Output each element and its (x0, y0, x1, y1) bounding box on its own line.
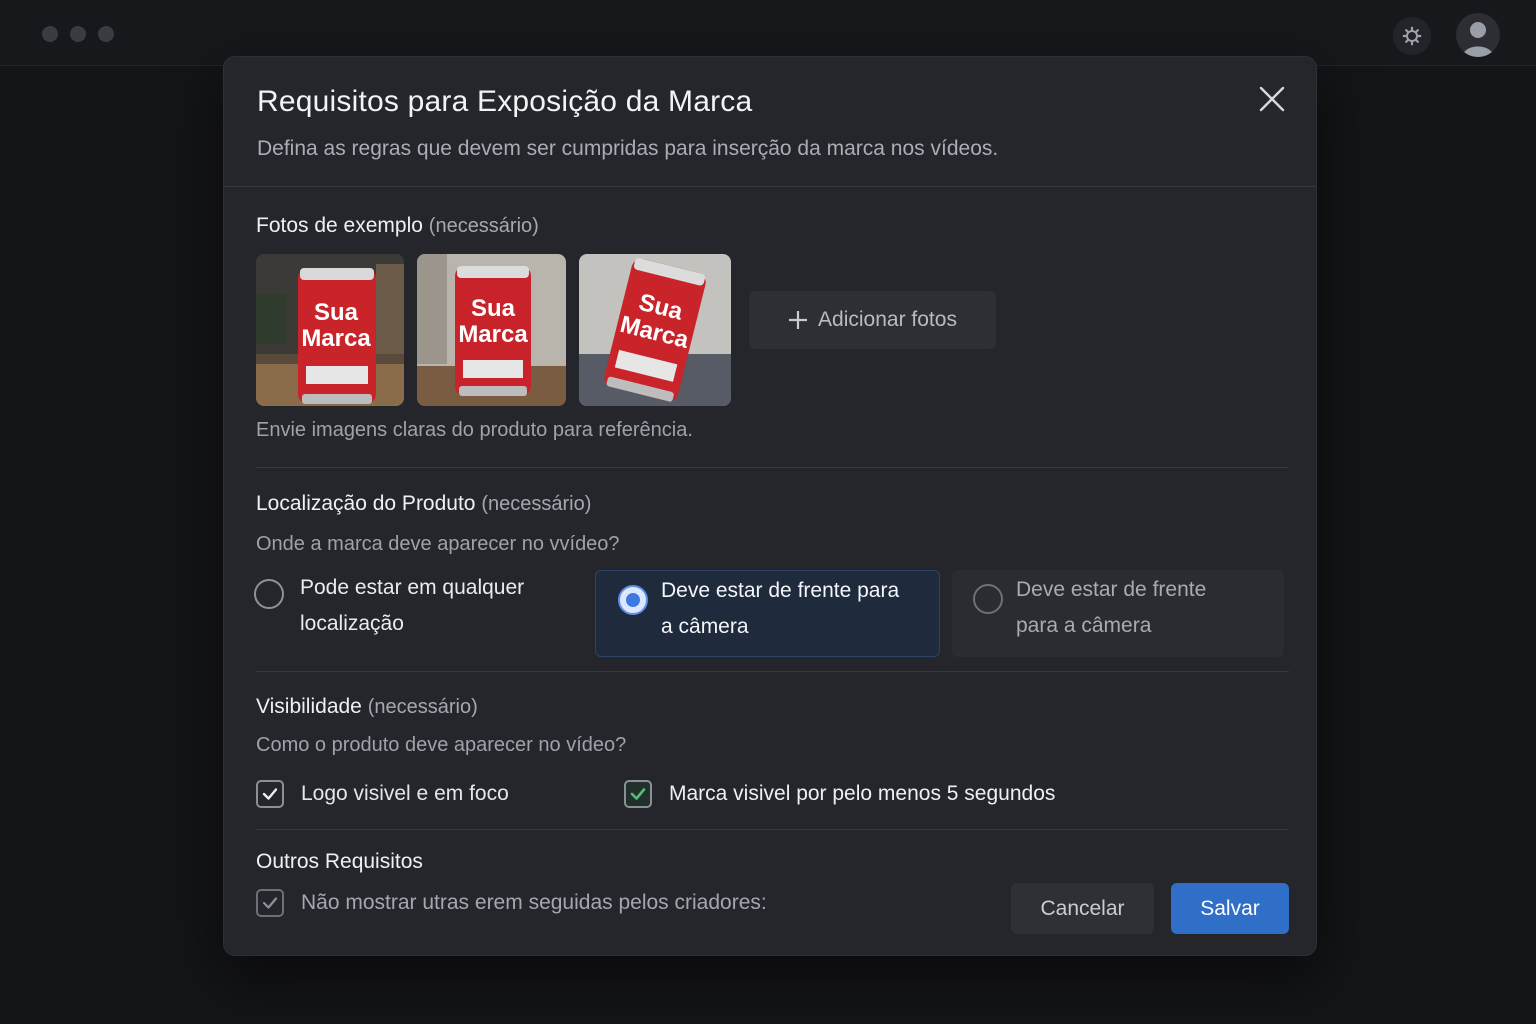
visibility-required-text: (necessário) (367, 696, 478, 718)
option-line2: localização (300, 612, 404, 635)
window-minimize-dot[interactable] (70, 26, 86, 42)
location-option-label: Pode estar em qualquer localização (300, 570, 524, 642)
radio-dot (626, 593, 640, 607)
brand-requirements-dialog: Requisitos para Exposição da Marca Defin… (223, 56, 1317, 956)
location-option-facing-camera-alt[interactable]: Deve estar de frente para a câmera (952, 570, 1284, 657)
photos-required-text: (necessário) (428, 215, 539, 237)
check-label: Marca visivel por pelo menos 5 segundos (669, 782, 1056, 805)
photos-label-text: Fotos de exemplo (256, 214, 423, 237)
location-option-label: Deve estar de frente para a câmera (661, 573, 899, 645)
other-section-label: Outros Requisitos (256, 850, 423, 873)
add-photos-label: Adicionar fotos (818, 308, 957, 331)
section-divider (256, 467, 1289, 468)
user-avatar[interactable] (1456, 13, 1500, 57)
option-line2: a câmera (661, 615, 749, 638)
location-required-text: (necessário) (481, 493, 592, 515)
check-icon (262, 897, 278, 909)
window-maximize-dot[interactable] (98, 26, 114, 42)
option-line2: para a câmera (1016, 614, 1152, 637)
radio-button[interactable] (254, 579, 284, 609)
window-close-dot[interactable] (42, 26, 58, 42)
location-label-text: Localização do Produto (256, 492, 476, 515)
location-section-label: Localização do Produto (necessário) (256, 492, 591, 516)
example-photo-3[interactable]: Sua Marca (579, 254, 731, 406)
check-brand-5-seconds[interactable]: Marca visivel por pelo menos 5 segundos (624, 780, 1055, 808)
close-icon (1259, 86, 1285, 112)
option-line1: Deve estar de frente para (661, 579, 900, 602)
check-logo-visible[interactable]: Logo visivel e em foco (256, 780, 509, 808)
can-photo-image: Sua Marca (256, 254, 404, 406)
plus-icon (789, 311, 808, 329)
window-controls (42, 26, 114, 42)
location-question: Onde a marca deve aparecer no vvídeo? (256, 533, 620, 555)
check-label: Não mostrar utras erem seguidas pelos cr… (301, 891, 767, 914)
save-button[interactable]: Salvar (1171, 883, 1289, 934)
can-photo-image: Sua Marca (579, 254, 731, 406)
check-other-requirement[interactable]: Não mostrar utras erem seguidas pelos cr… (256, 889, 767, 917)
check-icon (262, 788, 278, 800)
can-photo-image: Sua Marca (417, 254, 566, 406)
location-option-anywhere[interactable]: Pode estar em qualquer localização (254, 570, 584, 657)
can-brand-line2: Marca (301, 325, 371, 352)
location-option-label: Deve estar de frente para a câmera (1016, 572, 1206, 644)
checkbox-checked[interactable] (256, 889, 284, 917)
section-divider (256, 829, 1289, 830)
visibility-label-text: Visibilidade (256, 695, 362, 718)
can-brand-line1: Sua (471, 295, 516, 322)
example-photo-1[interactable]: Sua Marca (256, 254, 404, 406)
radio-button-selected[interactable] (618, 585, 648, 615)
can-brand-line1: Sua (314, 299, 359, 326)
dialog-subtitle: Defina as regras que devem ser cumpridas… (257, 137, 999, 160)
location-option-facing-camera[interactable]: Deve estar de frente para a câmera (595, 570, 940, 657)
visibility-question: Como o produto deve aparecer no vídeo? (256, 734, 627, 756)
section-divider (256, 671, 1289, 672)
user-avatar-icon (1462, 22, 1494, 57)
option-line1: Deve estar de frente (1016, 578, 1207, 601)
settings-button[interactable] (1393, 17, 1431, 55)
dialog-header: Requisitos para Exposição da Marca Defin… (224, 57, 1316, 187)
radio-button[interactable] (973, 584, 1003, 614)
add-photos-button[interactable]: Adicionar fotos (749, 291, 996, 349)
photos-help-text: Envie imagens claras do produto para ref… (256, 419, 693, 441)
check-icon (630, 788, 646, 800)
checkbox-checked[interactable] (624, 780, 652, 808)
cancel-button[interactable]: Cancelar (1011, 883, 1154, 934)
checkbox-checked[interactable] (256, 780, 284, 808)
gear-icon (1402, 26, 1422, 46)
photos-section-label: Fotos de exemplo (necessário) (256, 214, 539, 238)
dialog-title: Requisitos para Exposição da Marca (257, 85, 753, 118)
check-label: Logo visivel e em foco (301, 782, 509, 805)
can-brand-line2: Marca (458, 321, 528, 348)
option-line1: Pode estar em qualquer (300, 576, 525, 599)
close-button[interactable] (1256, 83, 1288, 115)
example-photo-2[interactable]: Sua Marca (417, 254, 566, 406)
visibility-section-label: Visibilidade (necessário) (256, 695, 478, 719)
